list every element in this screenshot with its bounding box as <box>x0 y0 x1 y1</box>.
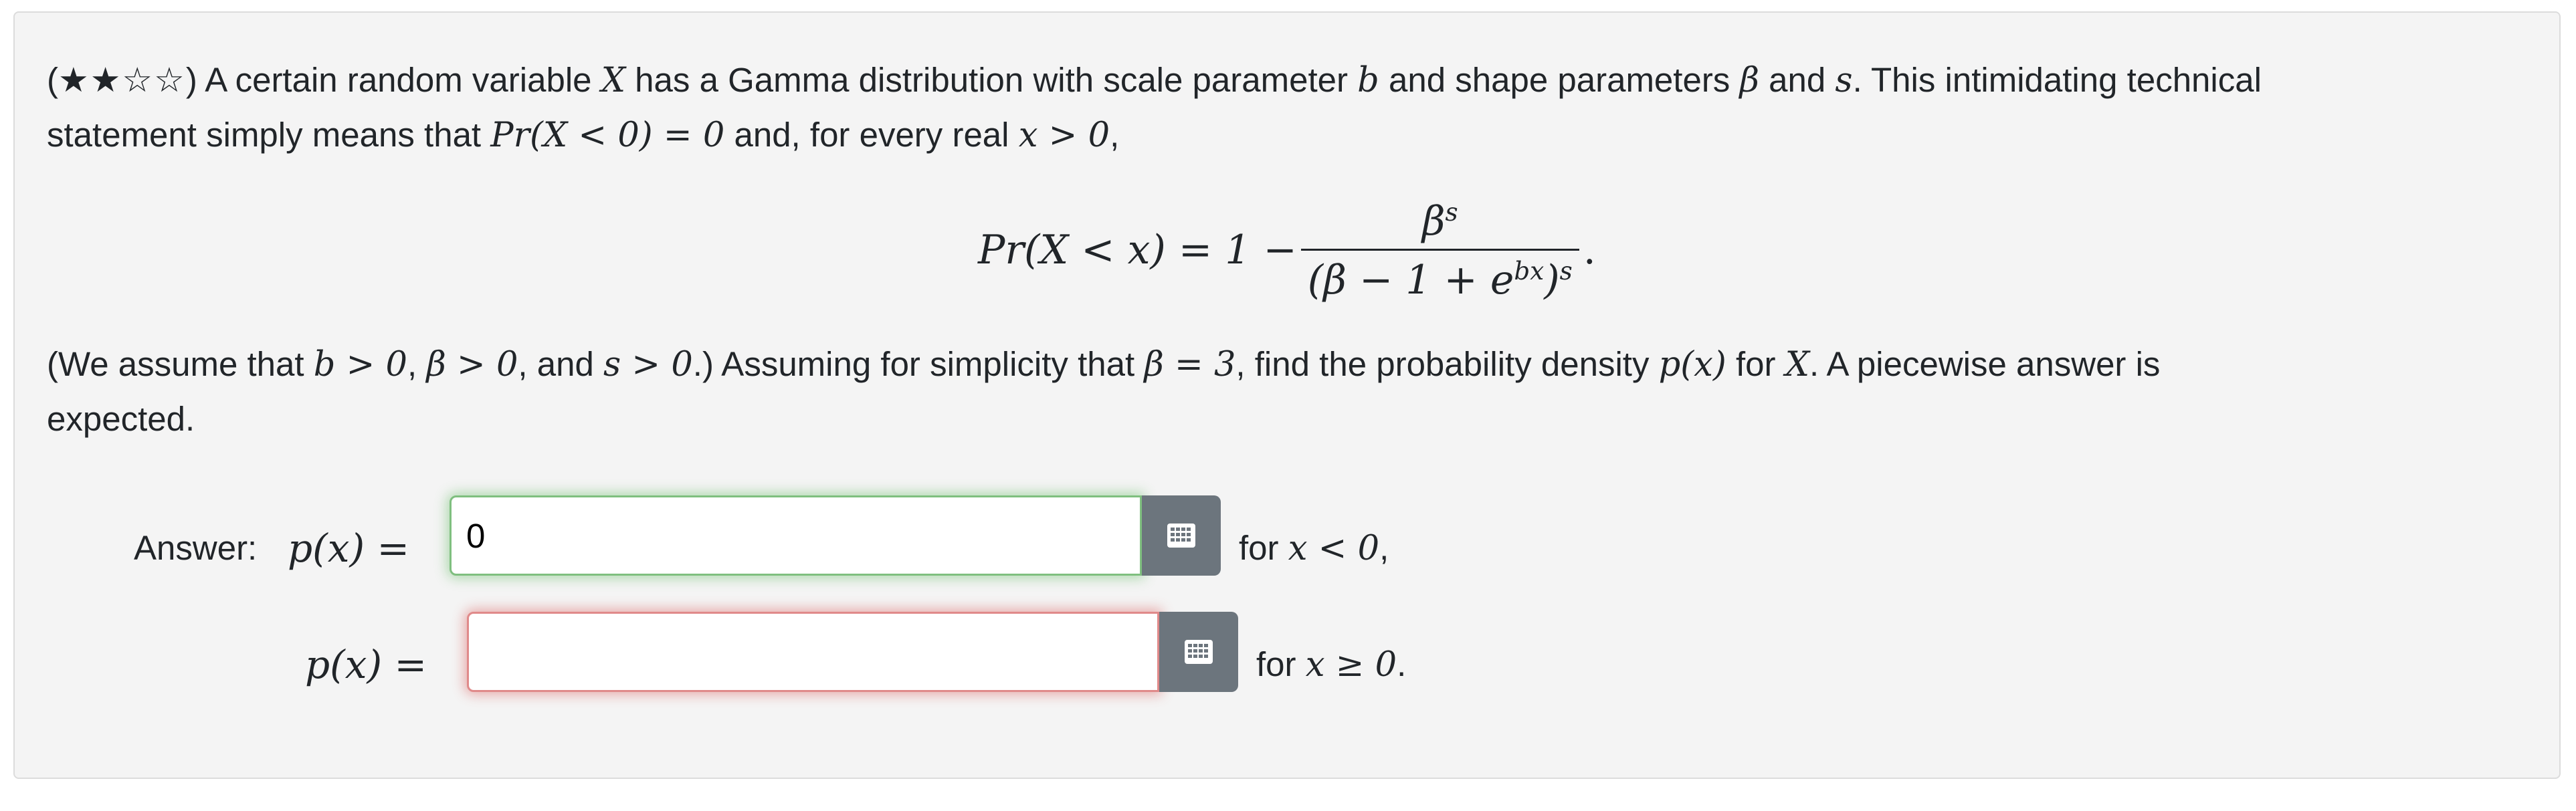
math-x-positive: x > 0 <box>1018 116 1110 155</box>
keyboard-grid-icon <box>1167 524 1195 548</box>
math-beta: β <box>1739 61 1759 100</box>
problem-paragraph-2-line-2: expected. <box>47 400 195 438</box>
answer-input-nonnegative[interactable] <box>467 612 1159 692</box>
equation-lhs: Pr(X < x) = 1 − <box>978 227 1297 273</box>
answer-row-1-lhs: p(x) = <box>288 526 410 571</box>
problem-line-1: (★★☆☆) A certain random variable X has a… <box>47 61 2262 100</box>
display-equation: Pr(X < x) = 1 − βs (β − 1 + ebx)s . <box>978 197 1596 304</box>
difficulty-stars: ★★☆☆ <box>58 61 186 99</box>
math-b: b <box>1357 61 1379 100</box>
problem-line-2: statement simply means that Pr(X < 0) = … <box>47 116 1120 155</box>
math-keyboard-button-2[interactable] <box>1159 612 1238 692</box>
problem-paragraph-2-line-1: (We assume that b > 0, β > 0, and s > 0.… <box>47 345 2161 384</box>
fraction-denominator: (β − 1 + ebx)s <box>1307 255 1573 304</box>
answer-label: Answer: <box>134 529 258 567</box>
answer-row-2-field <box>467 612 1238 692</box>
keyboard-grid-icon <box>1185 640 1213 664</box>
answer-row-2-lhs: p(x) = <box>305 642 427 687</box>
answer-row-1-condition: for x < 0, <box>1239 529 1389 568</box>
math-s: s <box>1835 61 1853 100</box>
fraction-numerator: βs <box>1421 197 1458 245</box>
answer-input-negative[interactable] <box>450 495 1142 576</box>
answer-row-2-condition: for x ≥ 0. <box>1256 645 1407 685</box>
math-pr-zero: Pr(X < 0) = 0 <box>490 116 725 155</box>
equation-fraction: βs (β − 1 + ebx)s <box>1300 197 1579 304</box>
math-X: X <box>601 61 626 100</box>
problem-card: (★★☆☆) A certain random variable X has a… <box>13 11 2561 779</box>
answer-row-1-field <box>450 495 1221 576</box>
math-keyboard-button-1[interactable] <box>1142 495 1221 576</box>
